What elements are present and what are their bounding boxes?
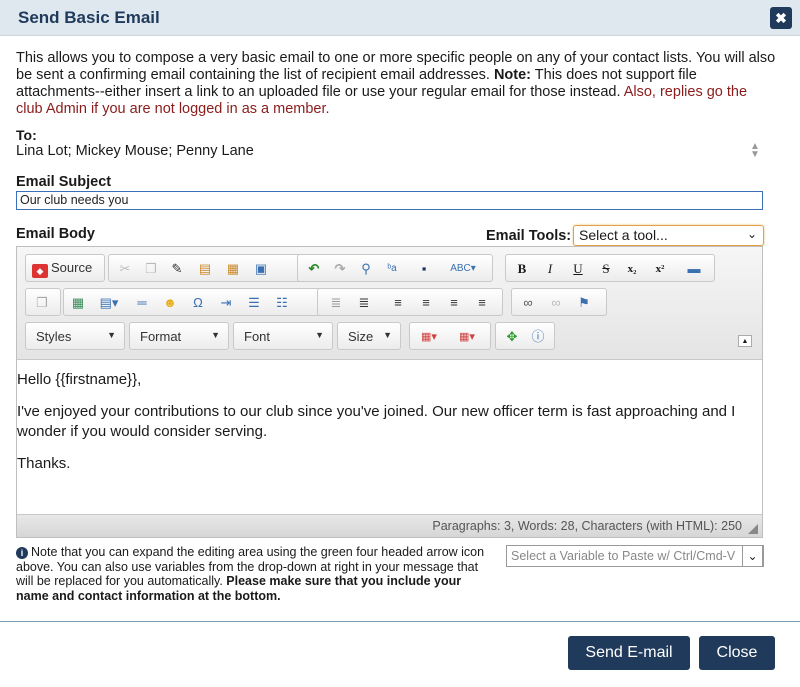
align-justify-icon[interactable]: ≡ [472,293,492,313]
link-group: ∞ ∞ ⚑ [511,288,607,316]
select-all-icon[interactable]: ▪ [414,259,434,279]
copy-icon[interactable]: ❐ [141,259,161,279]
clipboard-group: ✂ ❐ ✎ ▤ ▦ ▣ [108,254,303,282]
paste-text-icon[interactable]: ▦ [223,259,243,279]
spellcheck-icon[interactable]: ABC▾ [448,259,478,279]
to-recipients: Lina Lot; Mickey Mouse; Penny Lane [16,143,254,159]
dropdown-arrow-icon: ▼ [211,330,220,340]
send-email-button[interactable]: Send E-mail [568,636,690,670]
undo-group: ↶ ↷ ⚲ ᵇa ▪ ABC▾ [297,254,493,282]
format-dropdown[interactable]: Format ▼ [129,322,229,350]
cut-icon[interactable]: ✂ [115,259,135,279]
image-icon[interactable]: ▦ [68,293,88,313]
outdent-icon[interactable]: ≣ [326,293,346,313]
align-group: ≣ ≣ ≡ ≡ ≡ ≡ [317,288,503,316]
editor-statusbar: Paragraphs: 3, Words: 28, Characters (wi… [17,514,762,537]
replace-icon[interactable]: ᵇa [382,259,402,279]
footer-divider [0,621,800,622]
blockquote-icon[interactable]: ≣ [354,293,374,313]
chevron-down-icon[interactable]: ⌄ [742,545,763,567]
anchor-flag-icon[interactable]: ⚑ [574,293,594,313]
styles-dropdown[interactable]: Styles ▼ [25,322,125,350]
numbered-list-icon[interactable]: ☰ [244,293,264,313]
rich-text-editor: ◆ Source ✂ ❐ ✎ ▤ ▦ ▣ ↶ ↷ ⚲ ᵇa ▪ ABC▾ B I … [16,246,763,538]
horizontal-rule-icon[interactable]: ═ [132,293,152,313]
table-icon[interactable]: ▤▾ [94,293,124,313]
dropdown-arrow-icon: ▼ [383,330,392,340]
subscript-button[interactable]: x₂ [622,259,642,279]
insert-group: ▦ ▤▾ ═ ☻ Ω ⇥ ☰ ☷ [63,288,327,316]
size-dropdown[interactable]: Size ▼ [337,322,401,350]
collapse-toolbar-icon[interactable]: ▲ [738,335,752,347]
align-left-icon[interactable]: ≡ [388,293,408,313]
close-button[interactable]: Close [699,636,775,670]
text-color-icon[interactable]: ▦▾ [414,327,444,347]
templates-group: ❐ [25,288,61,316]
recipients-scroll-icon[interactable]: ▲ ▼ [750,142,760,160]
dropdown-arrow-icon: ▼ [315,330,324,340]
paste-icon[interactable]: ▤ [195,259,215,279]
source-icon: ◆ [32,264,48,278]
bg-color-icon[interactable]: ▦▾ [452,327,482,347]
intro-text: This allows you to compose a very basic … [16,50,776,117]
remove-format-icon[interactable]: ▬ [684,259,704,279]
color-group: ▦▾ ▦▾ [409,322,491,350]
format-painter-icon[interactable]: ✎ [167,259,187,279]
editor-content[interactable]: Hello {{firstname}}, I've enjoyed your c… [17,360,762,514]
about-info-icon[interactable]: ⓘ [528,327,548,347]
align-right-icon[interactable]: ≡ [444,293,464,313]
link-icon[interactable]: ∞ [518,293,538,313]
undo-icon[interactable]: ↶ [304,259,324,279]
smiley-icon[interactable]: ☻ [160,293,180,313]
align-center-icon[interactable]: ≡ [416,293,436,313]
bold-button[interactable]: B [512,259,532,279]
italic-button[interactable]: I [540,259,560,279]
unlink-icon[interactable]: ∞ [546,293,566,313]
dialog-title: Send Basic Email [18,8,160,27]
maximize-icon[interactable]: ✥ [502,327,522,347]
tools-group: ✥ ⓘ [495,322,555,350]
email-tools-label: Email Tools: [486,228,572,244]
special-char-icon[interactable]: Ω [188,293,208,313]
resize-grip-icon[interactable] [748,524,758,534]
underline-button[interactable]: U [568,259,588,279]
bulleted-list-icon[interactable]: ☷ [272,293,292,313]
templates-icon[interactable]: ❐ [32,293,52,313]
basic-styles-group: B I U S x₂ x² ▬ [505,254,715,282]
source-group: ◆ Source [25,254,105,282]
strikethrough-button[interactable]: S [596,259,616,279]
source-button[interactable]: ◆ Source [32,260,92,278]
subject-input[interactable]: Our club needs you [16,191,763,210]
dropdown-arrow-icon: ▼ [107,330,116,340]
superscript-button[interactable]: x² [650,259,670,279]
indent-icon[interactable]: ⇥ [216,293,236,313]
paste-word-icon[interactable]: ▣ [251,259,271,279]
find-icon[interactable]: ⚲ [356,259,376,279]
subject-label: Email Subject [16,174,112,190]
email-tools-select[interactable]: Select a tool... ⌄ [573,225,764,246]
info-icon: i [16,547,28,559]
variable-select[interactable]: Select a Variable to Paste w/ Ctrl/Cmd-V… [506,545,764,567]
font-dropdown[interactable]: Font ▼ [233,322,333,350]
close-icon[interactable]: ✖ [770,7,792,29]
body-label: Email Body [16,226,95,242]
to-label: To: [16,127,37,143]
editor-toolbar: ◆ Source ✂ ❐ ✎ ▤ ▦ ▣ ↶ ↷ ⚲ ᵇa ▪ ABC▾ B I … [17,247,762,360]
dialog-titlebar: Send Basic Email ✖ [0,0,800,36]
redo-icon[interactable]: ↷ [330,259,350,279]
chevron-down-icon: ⌄ [746,227,757,241]
